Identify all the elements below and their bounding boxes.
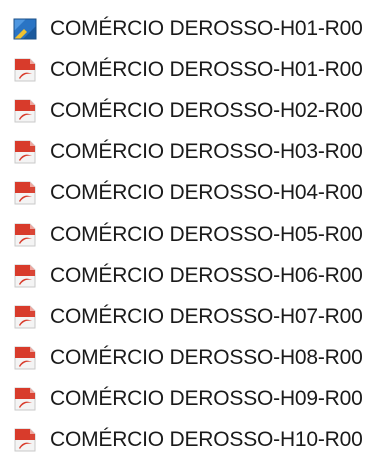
pdf-icon (11, 97, 39, 125)
file-name: COMÉRCIO DEROSSO-H01-R00 (50, 57, 363, 81)
autocad-dwg-icon (11, 15, 39, 43)
pdf-icon (11, 426, 39, 454)
file-name: COMÉRCIO DEROSSO-H08-R00 (50, 346, 363, 370)
pdf-icon (11, 262, 39, 290)
file-item[interactable]: COMÉRCIO DEROSSO-H06-R00 (0, 255, 384, 296)
file-item[interactable]: COMÉRCIO DEROSSO-H10-R00 (0, 420, 384, 461)
pdf-icon (11, 344, 39, 372)
file-name: COMÉRCIO DEROSSO-H07-R00 (50, 304, 363, 328)
pdf-icon (11, 303, 39, 331)
file-list: COMÉRCIO DEROSSO-H01-R00 COMÉRCIO DEROSS… (0, 0, 384, 458)
file-item[interactable]: COMÉRCIO DEROSSO-H02-R00 (0, 90, 384, 131)
pdf-icon (11, 138, 39, 166)
pdf-icon (11, 179, 39, 207)
file-item[interactable]: COMÉRCIO DEROSSO-H09-R00 (0, 379, 384, 420)
file-name: COMÉRCIO DEROSSO-H02-R00 (50, 98, 363, 122)
file-item[interactable]: COMÉRCIO DEROSSO-H03-R00 (0, 132, 384, 173)
file-item[interactable]: COMÉRCIO DEROSSO-H07-R00 (0, 296, 384, 337)
file-item[interactable]: COMÉRCIO DEROSSO-H05-R00 (0, 214, 384, 255)
file-name: COMÉRCIO DEROSSO-H05-R00 (50, 222, 363, 246)
file-name: COMÉRCIO DEROSSO-H01-R00 (50, 16, 363, 40)
file-item[interactable]: COMÉRCIO DEROSSO-H04-R00 (0, 173, 384, 214)
file-item[interactable]: COMÉRCIO DEROSSO-H01-R00 (0, 8, 384, 49)
file-name: COMÉRCIO DEROSSO-H10-R00 (50, 428, 363, 452)
file-item[interactable]: COMÉRCIO DEROSSO-H01-R00 (0, 49, 384, 90)
pdf-icon (11, 56, 39, 84)
file-name: COMÉRCIO DEROSSO-H04-R00 (50, 181, 363, 205)
file-item[interactable]: COMÉRCIO DEROSSO-H08-R00 (0, 338, 384, 379)
file-name: COMÉRCIO DEROSSO-H09-R00 (50, 387, 363, 411)
pdf-icon (11, 385, 39, 413)
pdf-icon (11, 221, 39, 249)
file-name: COMÉRCIO DEROSSO-H06-R00 (50, 263, 363, 287)
file-name: COMÉRCIO DEROSSO-H03-R00 (50, 140, 363, 164)
